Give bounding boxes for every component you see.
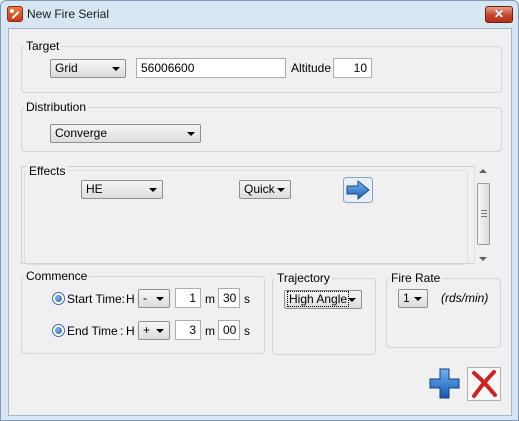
start-seconds-input[interactable]: 30 (218, 288, 240, 308)
end-m-label: m (205, 324, 215, 338)
chevron-down-icon (149, 188, 157, 192)
start-s-label: s (244, 292, 250, 306)
trajectory-group-label: Trajectory (275, 271, 332, 285)
end-time-radio[interactable] (52, 324, 65, 337)
plus-icon (429, 368, 460, 399)
chevron-down-icon (156, 329, 164, 333)
cross-icon (472, 370, 497, 398)
effects-group-label: Effects (27, 164, 68, 178)
chevron-down-icon (156, 297, 164, 301)
scrollbar-thumb[interactable] (477, 183, 490, 245)
start-h-label: H (126, 292, 135, 306)
start-time-label: Start Time: (67, 292, 126, 306)
distribution-select[interactable]: Converge (50, 124, 201, 143)
fire-rate-unit: (rds/min) (441, 291, 489, 305)
grid-input[interactable]: 56006600 (136, 58, 286, 78)
add-button[interactable] (428, 367, 461, 400)
dialog-body: Target Grid 56006600 Altitude 10 Distrib… (8, 28, 512, 416)
trajectory-select[interactable]: High Angle (284, 290, 362, 309)
scroll-down-icon[interactable] (479, 257, 487, 261)
chevron-down-icon (112, 67, 120, 71)
title-bar[interactable]: New Fire Serial ✕ (1, 1, 518, 29)
close-button[interactable]: ✕ (485, 6, 513, 23)
arrow-right-icon (343, 177, 373, 203)
end-h-label: H (126, 324, 135, 338)
end-minutes-input[interactable]: 3 (175, 320, 201, 340)
scroll-up-icon[interactable] (479, 169, 487, 173)
chevron-down-icon (277, 188, 285, 192)
effects-speed-select[interactable]: Quick (239, 180, 291, 199)
effects-scrollbar[interactable] (474, 165, 491, 265)
window-title: New Fire Serial (27, 7, 110, 21)
chevron-down-icon (414, 297, 422, 301)
app-icon (7, 6, 23, 22)
start-m-label: m (205, 292, 215, 306)
commence-group-label: Commence (24, 269, 90, 283)
start-sign-select[interactable]: - (138, 289, 170, 308)
next-effect-button[interactable] (343, 177, 373, 203)
target-type-select[interactable]: Grid (50, 59, 126, 78)
start-minutes-input[interactable]: 1 (175, 288, 201, 308)
altitude-label: Altitude (291, 61, 332, 75)
distribution-group-label: Distribution (24, 100, 89, 114)
altitude-input[interactable]: 10 (333, 58, 372, 78)
chevron-down-icon (187, 132, 195, 136)
start-time-radio[interactable] (52, 292, 65, 305)
end-seconds-input[interactable]: 00 (218, 320, 240, 340)
chevron-down-icon (348, 298, 356, 302)
fire-rate-select[interactable]: 1 (398, 289, 428, 308)
end-s-label: s (244, 324, 250, 338)
fire-rate-group-label: Fire Rate (389, 271, 443, 285)
dialog-window: New Fire Serial ✕ Target Grid 56006600 A… (0, 0, 519, 421)
effects-munition-select[interactable]: HE (81, 180, 163, 199)
end-time-label: End Time (67, 324, 118, 338)
end-time-colon: : (120, 324, 124, 338)
target-group-label: Target (24, 39, 62, 53)
cancel-button[interactable] (467, 367, 501, 401)
end-sign-select[interactable]: + (138, 321, 170, 340)
